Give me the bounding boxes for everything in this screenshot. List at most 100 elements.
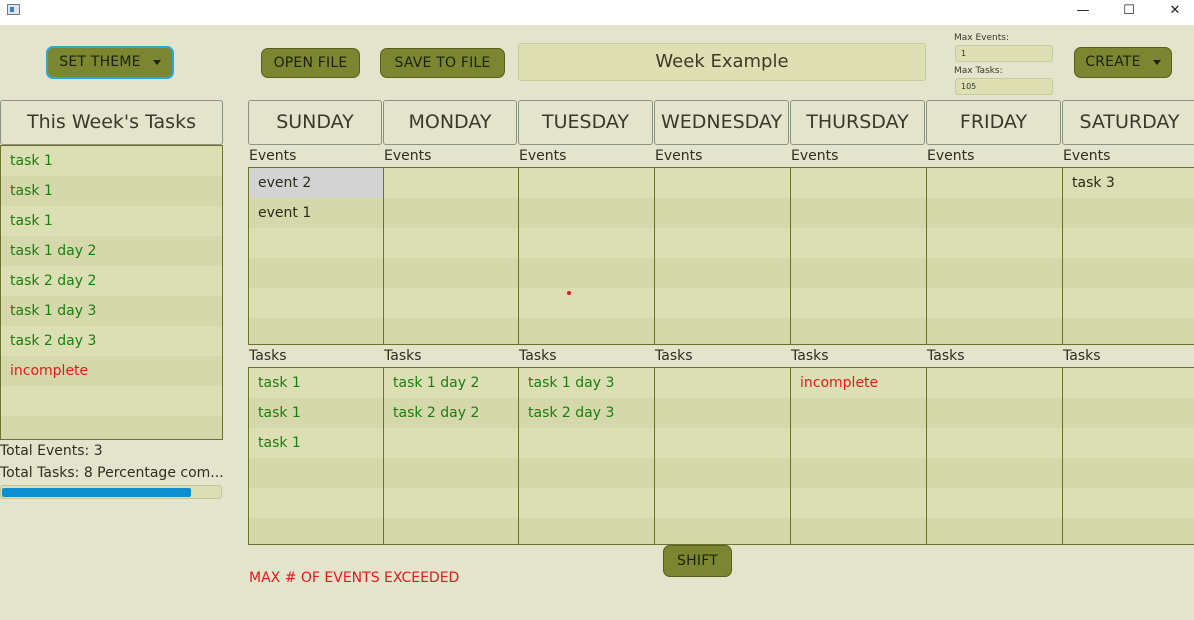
tasks-list-thursday[interactable]: incomplete — [790, 367, 927, 545]
empty-row — [384, 428, 518, 458]
event-item[interactable]: event 1 — [249, 198, 383, 228]
empty-row — [519, 318, 654, 344]
events-list-wednesday[interactable] — [654, 167, 791, 345]
open-file-button[interactable]: OPEN FILE — [261, 48, 360, 78]
events-label: Events — [1063, 148, 1111, 164]
day-header-saturday: SATURDAY — [1062, 100, 1194, 145]
empty-row — [655, 288, 790, 318]
empty-row — [791, 398, 926, 428]
sidebar-task-item[interactable]: task 1 day 2 — [1, 236, 222, 266]
empty-row — [791, 258, 926, 288]
empty-row — [791, 288, 926, 318]
empty-row — [655, 198, 790, 228]
empty-row — [791, 518, 926, 544]
events-label: Events — [655, 148, 703, 164]
create-button[interactable]: CREATE — [1074, 47, 1172, 78]
task-item[interactable]: task 2 day 2 — [384, 398, 518, 428]
empty-row — [927, 488, 1062, 518]
empty-row — [384, 318, 518, 344]
empty-row — [384, 518, 518, 544]
events-list-sunday[interactable]: event 2 event 1 — [248, 167, 384, 345]
day-header-tuesday: TUESDAY — [518, 100, 653, 145]
weekly-task-list[interactable]: task 1 task 1 task 1 task 1 day 2 task 2 day… — [0, 145, 223, 440]
task-item[interactable]: task 1 — [249, 398, 383, 428]
empty-row — [1063, 228, 1194, 258]
sidebar-task-item[interactable]: incomplete — [1, 356, 222, 386]
tasks-list-sunday[interactable]: task 1 task 1 task 1 — [248, 367, 384, 545]
task-item[interactable]: task 2 day 3 — [519, 398, 654, 428]
empty-row — [791, 168, 926, 198]
maximize-button[interactable]: ☐ — [1106, 0, 1152, 25]
empty-row — [1063, 458, 1194, 488]
set-theme-button[interactable]: SET THEME — [46, 46, 174, 79]
empty-row — [927, 428, 1062, 458]
events-label: Events — [927, 148, 975, 164]
empty-row — [249, 518, 383, 544]
empty-row — [655, 458, 790, 488]
events-list-thursday[interactable] — [790, 167, 927, 345]
events-label: Events — [384, 148, 432, 164]
event-item[interactable]: event 2 — [249, 168, 383, 198]
tasks-label: Tasks — [519, 348, 557, 364]
empty-row — [384, 458, 518, 488]
empty-row — [655, 428, 790, 458]
empty-row — [791, 458, 926, 488]
task-item[interactable]: task 1 — [249, 368, 383, 398]
minimize-button[interactable]: — — [1060, 0, 1106, 25]
max-tasks-input[interactable]: 105 — [955, 78, 1053, 95]
save-to-file-button[interactable]: SAVE TO FILE — [380, 48, 505, 78]
empty-row — [655, 258, 790, 288]
empty-row — [1063, 198, 1194, 228]
set-theme-label: SET THEME — [59, 54, 141, 70]
sidebar-task-item[interactable]: task 2 day 2 — [1, 266, 222, 296]
sidebar-task-item[interactable]: task 1 — [1, 206, 222, 236]
empty-row — [927, 458, 1062, 488]
sidebar-task-item[interactable]: task 1 — [1, 146, 222, 176]
events-list-saturday[interactable]: task 3 — [1062, 167, 1194, 345]
empty-row — [791, 318, 926, 344]
events-list-monday[interactable] — [383, 167, 519, 345]
task-item[interactable]: task 1 — [249, 428, 383, 458]
empty-row — [1063, 398, 1194, 428]
empty-row — [249, 488, 383, 518]
empty-row — [384, 228, 518, 258]
empty-row — [791, 428, 926, 458]
day-header-thursday: THURSDAY — [790, 100, 925, 145]
tasks-label: Tasks — [249, 348, 287, 364]
empty-row — [655, 318, 790, 344]
max-events-input[interactable]: 1 — [955, 45, 1053, 62]
empty-row — [927, 258, 1062, 288]
tasks-list-friday[interactable] — [926, 367, 1063, 545]
day-header-sunday: SUNDAY — [248, 100, 382, 145]
sidebar-task-item[interactable]: task 1 day 3 — [1, 296, 222, 326]
tasks-list-saturday[interactable] — [1062, 367, 1194, 545]
task-item[interactable]: task 1 day 3 — [519, 368, 654, 398]
sidebar-task-item[interactable]: task 1 — [1, 176, 222, 206]
empty-row — [655, 398, 790, 428]
empty-row — [519, 288, 654, 318]
window-title-bar: — ☐ ✕ — [0, 0, 1194, 25]
chevron-down-icon — [1152, 59, 1161, 65]
events-label: Events — [249, 148, 297, 164]
empty-row — [519, 488, 654, 518]
close-button[interactable]: ✕ — [1152, 0, 1194, 25]
events-list-tuesday[interactable] — [518, 167, 655, 345]
event-item[interactable]: task 3 — [1063, 168, 1194, 198]
task-item[interactable]: task 1 day 2 — [384, 368, 518, 398]
task-item[interactable]: incomplete — [791, 368, 926, 398]
week-title-input[interactable]: Week Example — [518, 43, 926, 81]
empty-row — [519, 198, 654, 228]
tasks-list-wednesday[interactable] — [654, 367, 791, 545]
tasks-list-tuesday[interactable]: task 1 day 3 task 2 day 3 — [518, 367, 655, 545]
empty-row — [249, 228, 383, 258]
day-header-friday: FRIDAY — [926, 100, 1061, 145]
cursor-marker — [567, 291, 571, 295]
empty-row — [1063, 368, 1194, 398]
sidebar-task-item[interactable]: task 2 day 3 — [1, 326, 222, 356]
empty-row — [927, 198, 1062, 228]
empty-row — [1, 386, 222, 416]
tasks-list-monday[interactable]: task 1 day 2 task 2 day 2 — [383, 367, 519, 545]
tasks-label: Tasks — [384, 348, 422, 364]
shift-button[interactable]: SHIFT — [663, 545, 732, 577]
events-list-friday[interactable] — [926, 167, 1063, 345]
